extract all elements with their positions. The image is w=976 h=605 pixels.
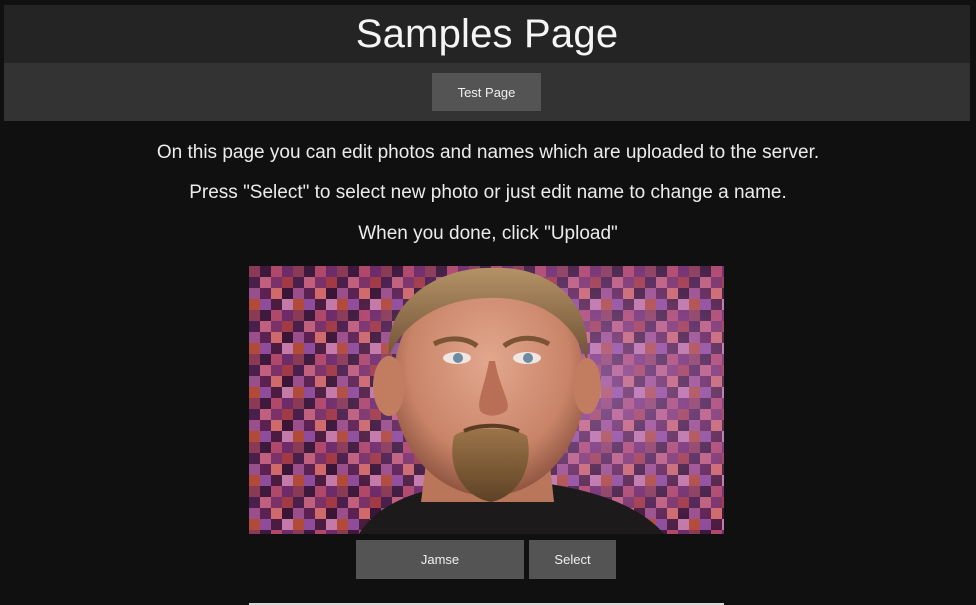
- instruction-line-1: On this page you can edit photos and nam…: [156, 142, 820, 163]
- portrait-image: [249, 266, 724, 534]
- page-title: Samples Page: [355, 12, 619, 56]
- select-button[interactable]: Select: [529, 540, 616, 579]
- instruction-line-3: When you done, click "Upload": [358, 223, 618, 244]
- title-bar: Samples Page: [4, 5, 970, 63]
- instruction-line-2: Press "Select" to select new photo or ju…: [189, 182, 787, 203]
- nav-bar: Test Page: [4, 63, 970, 121]
- test-page-button[interactable]: Test Page: [432, 73, 541, 111]
- samples-page: Samples Page Test Page On this page you …: [0, 0, 976, 605]
- sample-photo: [249, 266, 724, 534]
- name-field[interactable]: [356, 540, 524, 579]
